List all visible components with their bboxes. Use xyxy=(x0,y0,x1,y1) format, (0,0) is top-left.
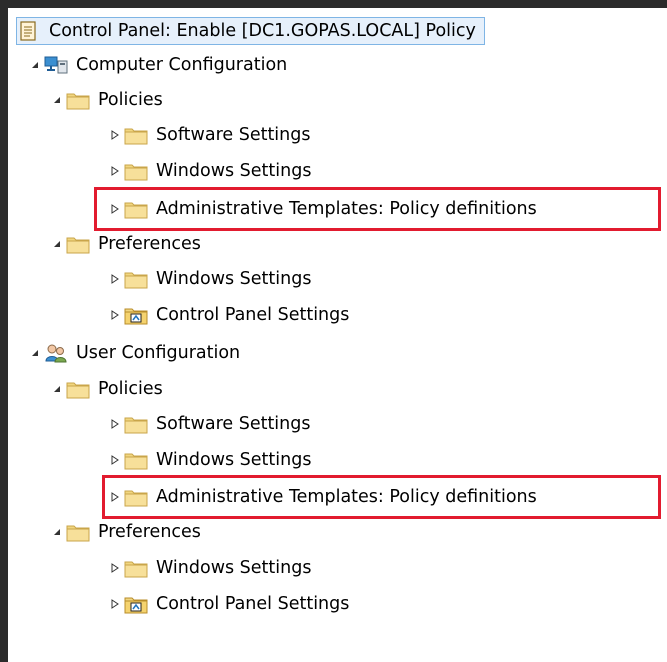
tree-item-user-policies[interactable]: Policies xyxy=(48,374,163,404)
computer-software-settings-label: Software Settings xyxy=(156,125,311,145)
user-preferences-label: Preferences xyxy=(98,522,201,542)
collapsed-arrow-icon[interactable] xyxy=(106,589,124,619)
tree-item-user-windows-settings[interactable]: Windows Settings xyxy=(106,445,311,475)
tree-root-policy-item[interactable]: Control Panel: Enable [DC1.GOPAS.LOCAL] … xyxy=(16,17,485,45)
computer-preferences-windows-settings-label: Windows Settings xyxy=(156,269,312,289)
user-software-settings-label: Software Settings xyxy=(156,414,311,434)
highlight-box-computer-administrative-templates xyxy=(94,187,661,231)
tree-item-user-preferences-windows-settings[interactable]: Windows Settings xyxy=(106,553,311,583)
tree-item-computer-policies[interactable]: Policies xyxy=(48,85,163,115)
collapsed-arrow-icon[interactable] xyxy=(106,553,124,583)
tree-item-computer-control-panel-settings[interactable]: Control Panel Settings xyxy=(106,300,349,330)
tree-item-user-software-settings[interactable]: Software Settings xyxy=(106,409,310,439)
folder-icon xyxy=(66,88,90,112)
folder-icon xyxy=(66,232,90,256)
folder-icon xyxy=(66,377,90,401)
computer-windows-settings-label: Windows Settings xyxy=(156,161,312,181)
folder-icon xyxy=(124,123,148,147)
folder-icon xyxy=(124,267,148,291)
expanded-arrow-icon[interactable] xyxy=(48,85,66,115)
tree-item-computer-configuration[interactable]: Computer Configuration xyxy=(26,50,287,80)
collapsed-arrow-icon[interactable] xyxy=(106,409,124,439)
tree-item-computer-windows-settings[interactable]: Windows Settings xyxy=(106,156,311,186)
expanded-arrow-icon[interactable] xyxy=(48,229,66,259)
user-policies-label: Policies xyxy=(98,379,163,399)
folder-icon xyxy=(124,556,148,580)
folder-icon xyxy=(124,412,148,436)
computer-configuration-icon xyxy=(44,53,68,77)
tree-item-computer-software-settings[interactable]: Software Settings xyxy=(106,120,310,150)
expanded-arrow-icon[interactable] xyxy=(26,338,44,368)
expanded-arrow-icon[interactable] xyxy=(48,517,66,547)
tree-item-computer-preferences[interactable]: Preferences xyxy=(48,229,201,259)
expanded-arrow-icon[interactable] xyxy=(26,50,44,80)
user-configuration-label: User Configuration xyxy=(76,343,241,363)
collapsed-arrow-icon[interactable] xyxy=(106,300,124,330)
computer-configuration-label: Computer Configuration xyxy=(76,55,288,75)
user-windows-settings-label: Windows Settings xyxy=(156,450,312,470)
expanded-arrow-icon[interactable] xyxy=(48,374,66,404)
user-control-panel-settings-label: Control Panel Settings xyxy=(156,594,350,614)
root-policy-label: Control Panel: Enable [DC1.GOPAS.LOCAL] … xyxy=(49,21,476,41)
policy-document-icon xyxy=(17,19,41,43)
control-panel-folder-icon xyxy=(124,303,148,327)
group-policy-tree-panel: Control Panel: Enable [DC1.GOPAS.LOCAL] … xyxy=(8,8,667,662)
computer-control-panel-settings-label: Control Panel Settings xyxy=(156,305,350,325)
control-panel-folder-icon xyxy=(124,592,148,616)
tree-item-user-preferences[interactable]: Preferences xyxy=(48,517,201,547)
tree-item-user-control-panel-settings[interactable]: Control Panel Settings xyxy=(106,589,349,619)
collapsed-arrow-icon[interactable] xyxy=(106,156,124,186)
folder-icon xyxy=(124,159,148,183)
collapsed-arrow-icon[interactable] xyxy=(106,264,124,294)
tree-item-user-configuration[interactable]: User Configuration xyxy=(26,338,240,368)
folder-icon xyxy=(124,448,148,472)
user-preferences-windows-settings-label: Windows Settings xyxy=(156,558,312,578)
folder-icon xyxy=(66,520,90,544)
computer-preferences-label: Preferences xyxy=(98,234,201,254)
collapsed-arrow-icon[interactable] xyxy=(106,445,124,475)
computer-policies-label: Policies xyxy=(98,90,163,110)
collapsed-arrow-icon[interactable] xyxy=(106,120,124,150)
highlight-box-user-administrative-templates xyxy=(102,475,661,519)
tree-item-computer-preferences-windows-settings[interactable]: Windows Settings xyxy=(106,264,311,294)
user-configuration-icon xyxy=(44,341,68,365)
